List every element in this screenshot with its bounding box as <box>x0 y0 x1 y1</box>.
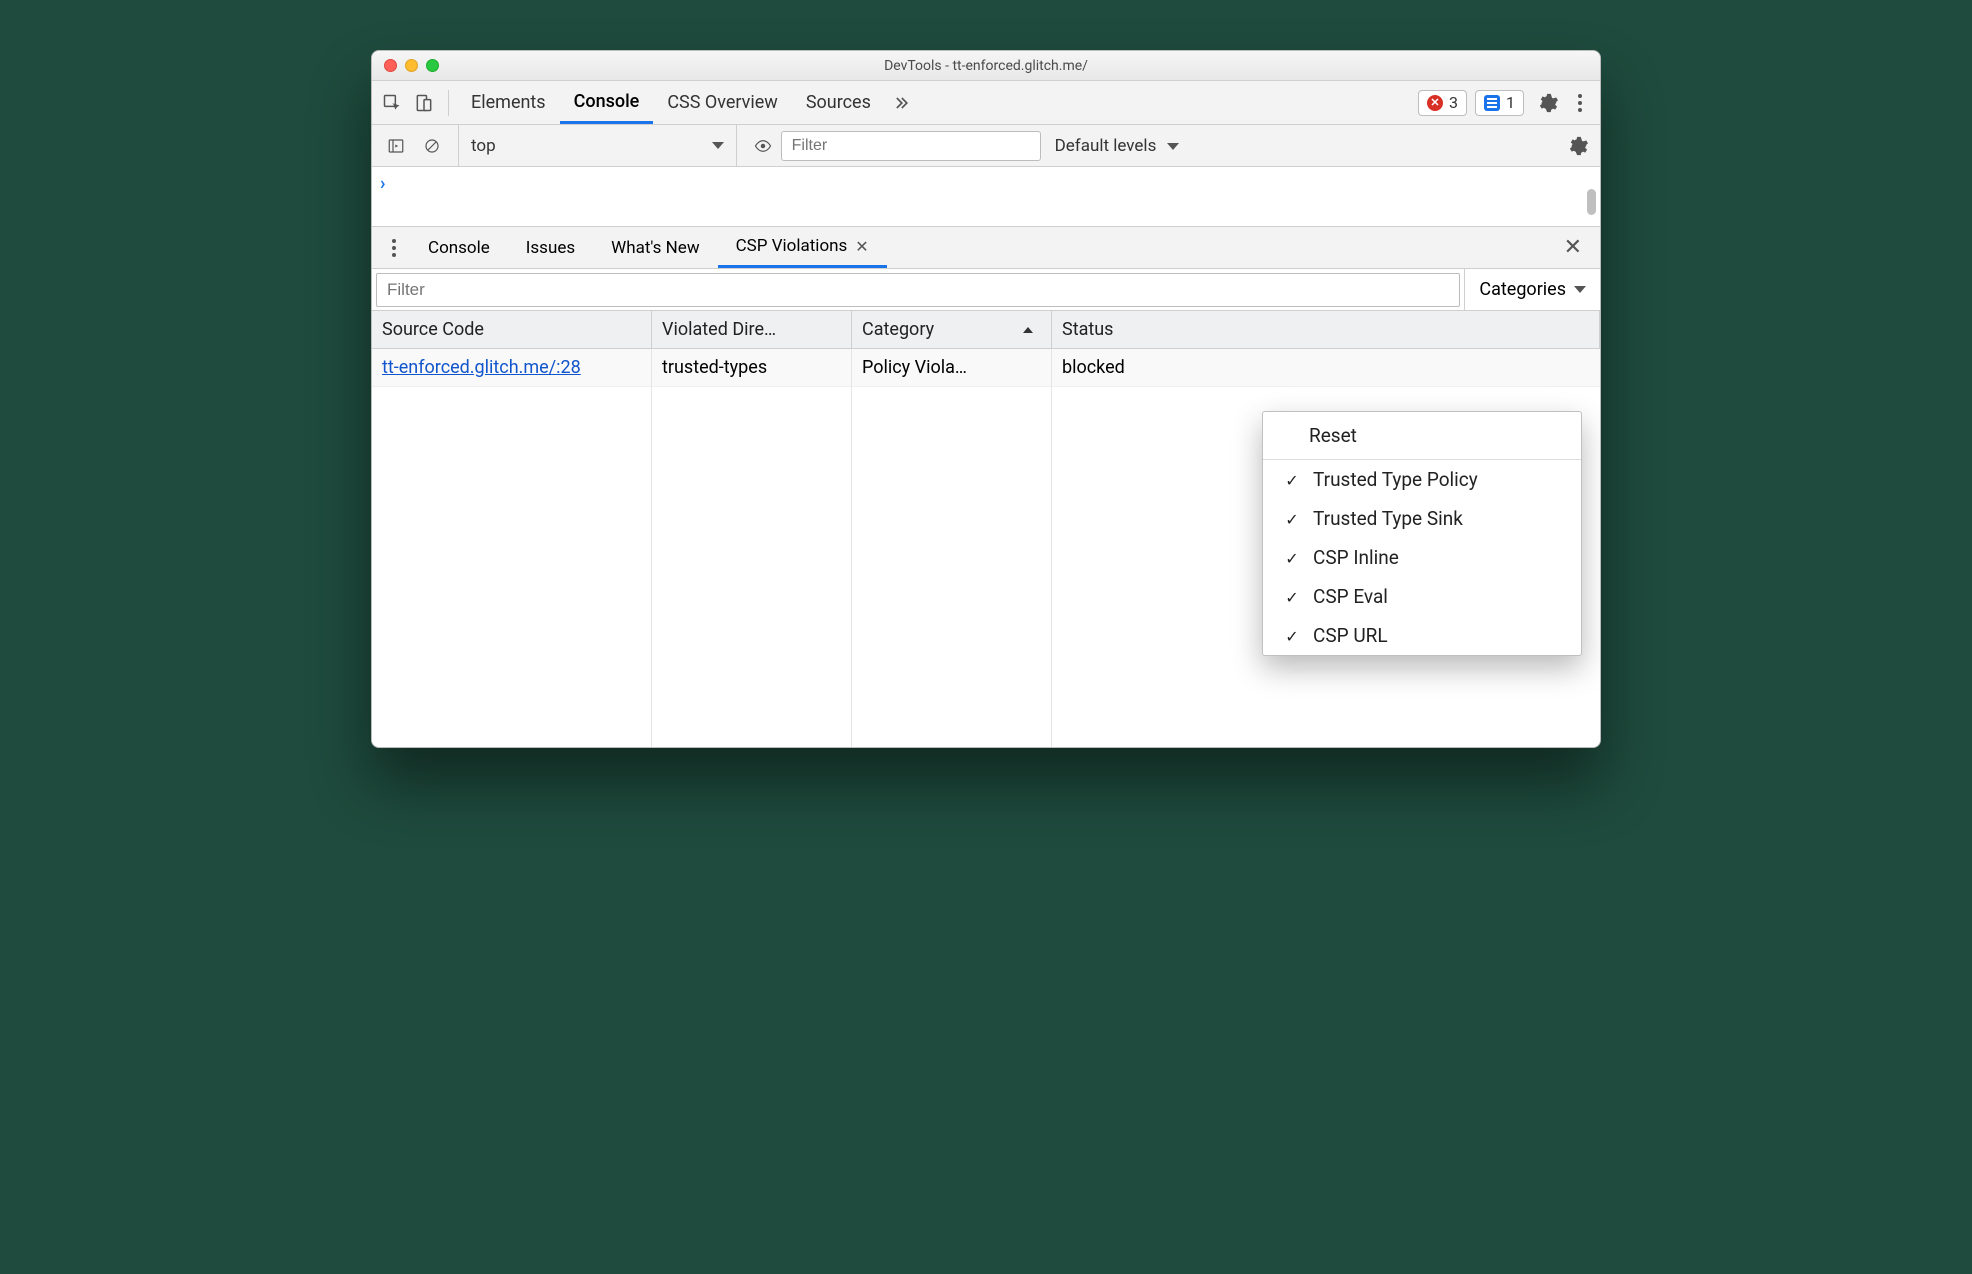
titlebar: DevTools - tt-enforced.glitch.me/ <box>372 51 1600 81</box>
categories-selector[interactable]: Categories <box>1464 269 1600 310</box>
more-tabs-chevron-icon[interactable] <box>885 87 917 119</box>
col-category-label: Category <box>862 319 934 340</box>
settings-gear-icon[interactable] <box>1532 87 1564 119</box>
check-icon <box>1283 507 1301 530</box>
error-icon: ✕ <box>1427 95 1443 111</box>
console-sidebar-toggle-icon[interactable] <box>382 132 410 160</box>
check-icon <box>1283 585 1301 608</box>
devtools-window: DevTools - tt-enforced.glitch.me/ Elemen… <box>371 50 1601 748</box>
inspect-element-icon[interactable] <box>376 87 408 119</box>
drawer-tab-whats-new[interactable]: What's New <box>593 227 717 268</box>
check-icon <box>1283 468 1301 491</box>
cell-directive: trusted-types <box>652 349 852 387</box>
context-selector[interactable]: top <box>458 125 737 166</box>
check-icon <box>1283 546 1301 569</box>
col-status-header[interactable]: Status <box>1052 311 1600 349</box>
category-option-label: CSP URL <box>1313 624 1388 647</box>
console-settings-gear-icon[interactable] <box>1562 130 1594 162</box>
tab-css-overview[interactable]: CSS Overview <box>653 81 792 124</box>
drawer-kebab-icon[interactable] <box>378 232 410 264</box>
main-toolbar: Elements Console CSS Overview Sources ✕ … <box>372 81 1600 125</box>
error-count-badge[interactable]: ✕ 3 <box>1418 90 1467 116</box>
chevron-down-icon <box>712 142 724 149</box>
kebab-menu-icon[interactable] <box>1564 87 1596 119</box>
error-count: 3 <box>1449 93 1458 112</box>
chevron-down-icon <box>1574 286 1586 293</box>
device-toolbar-icon[interactable] <box>408 87 440 119</box>
scrollbar-thumb[interactable] <box>1587 189 1596 215</box>
col-source-header[interactable]: Source Code <box>372 311 652 349</box>
live-expression-eye-icon[interactable] <box>749 132 777 160</box>
issue-count-badge[interactable]: 1 <box>1475 90 1524 116</box>
tab-sources[interactable]: Sources <box>792 81 885 124</box>
col-directive-header[interactable]: Violated Dire… <box>652 311 852 349</box>
issue-count: 1 <box>1506 93 1515 112</box>
categories-selector-label: Categories <box>1479 279 1566 300</box>
categories-reset[interactable]: Reset <box>1263 412 1581 460</box>
console-toolbar: top Default levels <box>372 125 1600 167</box>
category-option[interactable]: CSP Eval <box>1263 577 1581 616</box>
levels-selector-label: Default levels <box>1055 136 1157 156</box>
category-option-label: CSP Eval <box>1313 585 1388 608</box>
context-selector-value: top <box>471 136 496 156</box>
drawer-tab-csp-violations[interactable]: CSP Violations ✕ <box>718 227 887 268</box>
drawer-tab-label: CSP Violations <box>736 236 848 256</box>
category-option[interactable]: CSP URL <box>1263 616 1581 655</box>
drawer-tab-issues[interactable]: Issues <box>508 227 593 268</box>
chevron-down-icon <box>1167 143 1179 150</box>
source-link[interactable]: tt-enforced.glitch.me/:28 <box>382 357 581 378</box>
category-option[interactable]: CSP Inline <box>1263 538 1581 577</box>
issue-icon <box>1484 95 1500 111</box>
category-option[interactable]: Trusted Type Policy <box>1263 460 1581 499</box>
category-option-label: CSP Inline <box>1313 546 1399 569</box>
window-title: DevTools - tt-enforced.glitch.me/ <box>372 58 1600 74</box>
check-icon <box>1283 624 1301 647</box>
tab-console[interactable]: Console <box>560 81 654 124</box>
cell-status: blocked <box>1052 349 1600 387</box>
category-option[interactable]: Trusted Type Sink <box>1263 499 1581 538</box>
console-filter-input[interactable] <box>781 131 1041 161</box>
drawer-tabbar: Console Issues What's New CSP Violations… <box>372 227 1600 269</box>
console-prompt-icon: › <box>380 173 385 194</box>
clear-console-icon[interactable] <box>418 132 446 160</box>
separator <box>448 90 449 116</box>
close-drawer-icon[interactable]: ✕ <box>1552 235 1594 260</box>
console-output: › <box>372 167 1600 227</box>
categories-dropdown: Reset Trusted Type Policy Trusted Type S… <box>1262 411 1582 656</box>
close-tab-icon[interactable]: ✕ <box>855 237 868 256</box>
category-option-label: Trusted Type Sink <box>1313 507 1463 530</box>
csp-filter-input[interactable] <box>376 273 1460 307</box>
sort-asc-icon <box>1023 327 1033 333</box>
csp-filter-bar: Categories <box>372 269 1600 311</box>
category-option-label: Trusted Type Policy <box>1313 468 1478 491</box>
drawer-tab-console[interactable]: Console <box>410 227 508 268</box>
cell-category: Policy Viola… <box>852 349 1052 387</box>
col-category-header[interactable]: Category <box>852 311 1052 349</box>
tab-elements[interactable]: Elements <box>457 81 560 124</box>
levels-selector[interactable]: Default levels <box>1055 136 1179 156</box>
